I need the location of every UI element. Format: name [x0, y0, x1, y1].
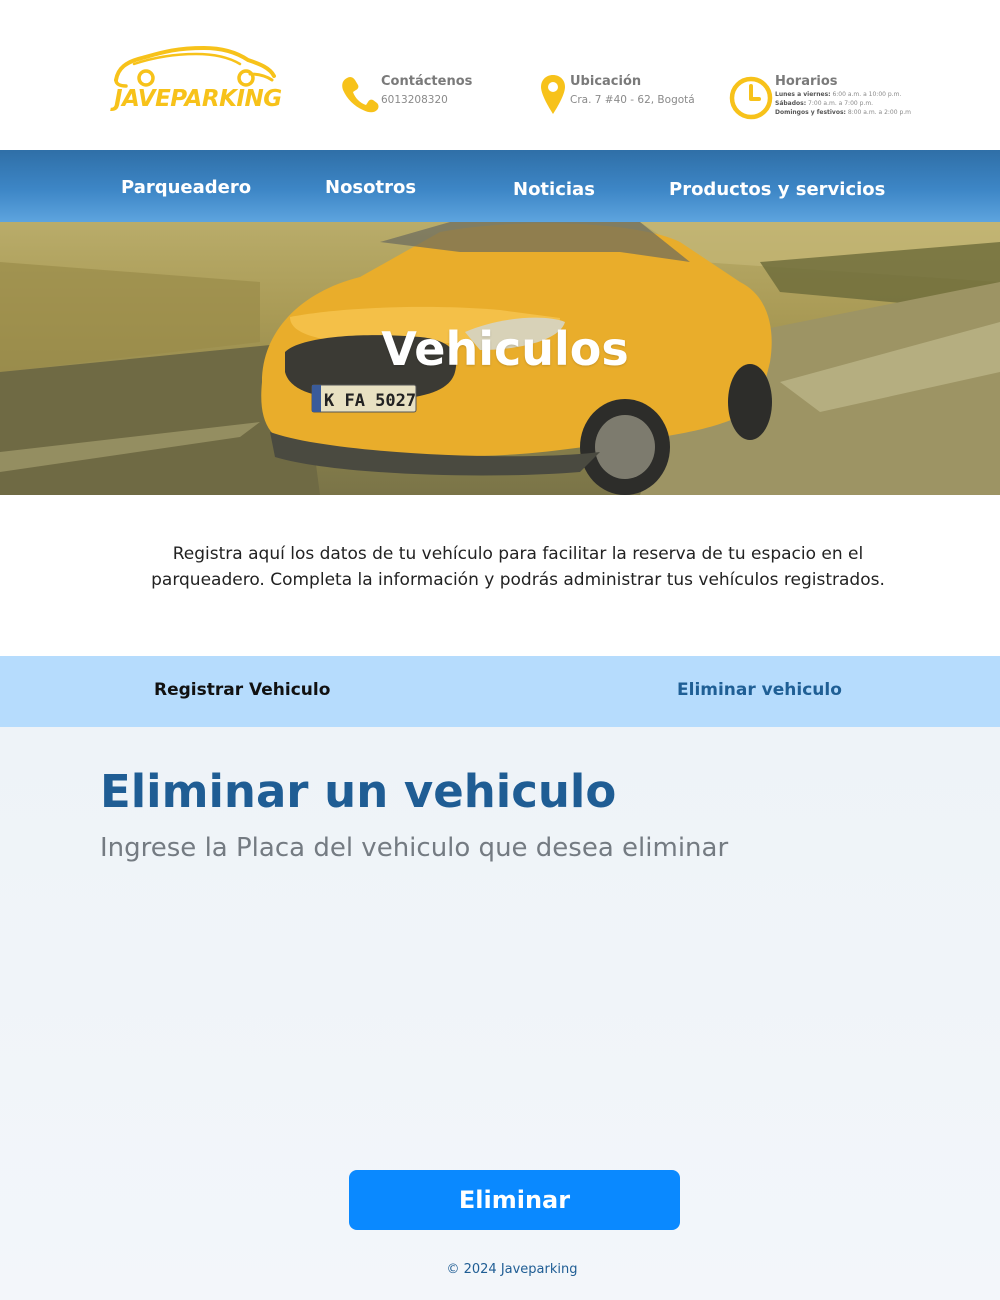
delete-button[interactable]: Eliminar: [349, 1170, 680, 1230]
phone-icon: [342, 76, 379, 113]
nav-item-noticias[interactable]: Noticias: [513, 179, 595, 200]
page-title: Eliminar un vehiculo: [100, 765, 617, 818]
vehicle-tabs: Registrar Vehiculo Eliminar vehiculo: [0, 656, 1000, 727]
clock-icon: [729, 76, 773, 120]
contact-title: Contáctenos: [381, 74, 473, 89]
nav-item-parqueadero[interactable]: Parqueadero: [121, 177, 251, 198]
license-plate-text: K FA 5027: [324, 391, 416, 411]
plate-input[interactable]: [100, 907, 900, 953]
main-nav: Parqueadero Nosotros Noticias Productos …: [0, 150, 1000, 222]
nav-item-nosotros[interactable]: Nosotros: [325, 177, 416, 198]
footer-copyright: © 2024 Javeparking: [446, 1262, 578, 1277]
hours-title: Horarios: [775, 74, 838, 89]
contact-phone[interactable]: 6013208320: [381, 94, 448, 106]
brand-logo[interactable]: JAVEPARKING: [112, 44, 282, 120]
location-pin-icon: [541, 75, 565, 114]
hours-row: Lunes a viernes: 6:00 a.m. a 10:00 p.m.: [775, 91, 902, 98]
hours-row: Domingos y festivos: 8:00 a.m. a 2:00 p.…: [775, 109, 912, 116]
hours-info: Horarios Lunes a viernes: 6:00 a.m. a 10…: [728, 72, 928, 122]
location-address: Cra. 7 #40 - 62, Bogotá: [570, 94, 695, 106]
intro-text: Registra aquí los datos de tu vehículo p…: [151, 544, 885, 590]
location-title: Ubicación: [570, 74, 642, 89]
hero-title: Vehiculos: [381, 322, 629, 376]
tab-delete-vehicle[interactable]: Eliminar vehiculo: [677, 680, 842, 700]
tab-register-vehicle[interactable]: Registrar Vehiculo: [154, 680, 330, 700]
brand-name: JAVEPARKING: [114, 86, 282, 112]
hours-row: Sábados: 7:00 a.m. a 7:00 p.m.: [775, 100, 874, 107]
site-header: JAVEPARKING Contáctenos 6013208320 Ubica…: [0, 0, 1000, 150]
delete-vehicle-section: Eliminar un vehiculo Ingrese la Placa de…: [0, 727, 1000, 1300]
nav-item-productos[interactable]: Productos y servicios: [669, 179, 885, 200]
hours-list: Lunes a viernes: 6:00 a.m. a 10:00 p.m. …: [775, 90, 911, 117]
page-subtitle: Ingrese la Placa del vehiculo que desea …: [100, 833, 729, 863]
contact-info: Contáctenos 6013208320: [340, 72, 510, 122]
hero-banner: K FA 5027 Vehiculos: [0, 222, 1000, 495]
location-info: Ubicación Cra. 7 #40 - 62, Bogotá: [538, 72, 708, 122]
